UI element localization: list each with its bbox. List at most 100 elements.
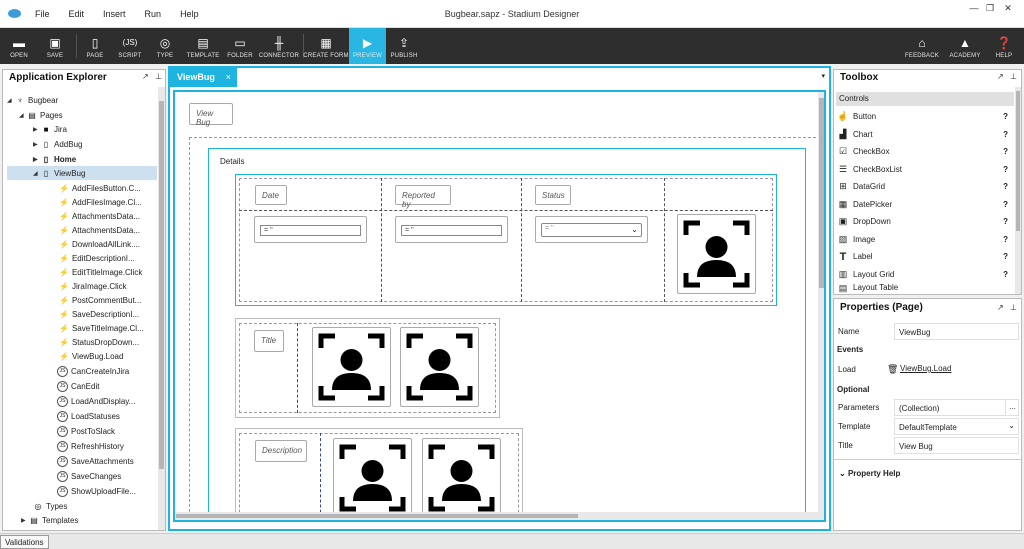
property-help-toggle[interactable]: ⌄ Property Help [839,469,900,478]
controls-section[interactable]: Controls [836,92,1014,106]
validations-tab[interactable]: Validations [0,535,49,549]
status-dropdown[interactable]: = '' ⌄ [541,223,642,237]
tree-script[interactable]: JS CanCreateInJira [57,364,129,378]
pin-icon[interactable]: ⊥ [1010,72,1017,81]
tree-script[interactable]: JS RefreshHistory [57,439,124,453]
float-icon[interactable]: ↗ [997,303,1004,312]
page-title-label[interactable]: View Bug [189,103,233,127]
tree-event[interactable]: ⚡ EditDescriptionI... [59,251,135,265]
canvas-horizontal-scrollbar[interactable] [175,512,818,520]
tree-script[interactable]: JS CanEdit [57,379,99,393]
tree-event[interactable]: ⚡ EditTitleImage.Click [59,265,142,279]
create-form-button[interactable]: ▦ CREATE FORM [303,28,348,64]
scrollbar-thumb[interactable] [1016,91,1020,231]
tree-event[interactable]: ⚡ PostCommentBut... [59,293,141,307]
academy-button[interactable]: ▲ ACADEMY [946,28,984,64]
template-select[interactable]: DefaultTemplate [894,418,1019,435]
toolbox-checkboxlist[interactable]: ☰ CheckBoxList? [836,161,1014,178]
name-input[interactable]: ViewBug [894,323,1019,340]
canvas-vertical-scrollbar[interactable] [818,92,824,520]
pin-icon[interactable]: ⊥ [1010,303,1017,312]
help-icon[interactable]: ? [1003,235,1008,244]
tree-event[interactable]: ⚡ SaveDescriptionI... [59,307,139,321]
help-icon[interactable]: ? [1003,200,1008,209]
load-event-link[interactable]: ViewBug.Load [900,364,951,373]
date-picker[interactable]: = '' [254,216,367,243]
close-tab-icon[interactable]: × [226,72,231,82]
tree-page-viewbug[interactable]: ◢ ▯ ViewBug [7,166,157,180]
tree-types[interactable]: ◎ Types [33,499,68,513]
tree-templates[interactable]: ▶ ▤ Templates [21,513,78,527]
reported-by-label[interactable]: Reported by [395,185,451,209]
page-button[interactable]: ▯ PAGE [80,28,110,64]
tree-script[interactable]: JS PostToSlack [57,424,115,438]
folder-button[interactable]: ▭ FOLDER [224,28,256,64]
toolbox-checkbox[interactable]: ☑ CheckBox? [836,143,1014,160]
explorer-scrollbar[interactable] [158,87,165,530]
help-button[interactable]: ❓ HELP [990,28,1018,64]
toolbox-label[interactable]: T Label? [836,248,1014,265]
tree-pages[interactable]: ◢ ▤ Pages [19,108,63,122]
toolbox-scrollbar[interactable] [1015,87,1021,294]
save-title-image[interactable] [400,327,479,407]
script-button[interactable]: (JS) SCRIPT [114,28,146,64]
tree-event[interactable]: ⚡ AttachmentsData... [59,209,140,223]
help-icon[interactable]: ? [1003,147,1008,156]
tree-event[interactable]: ⚡ DownloadAllLink.... [59,237,140,251]
scrollbar-thumb[interactable] [176,514,578,518]
description-label[interactable]: Description [255,440,307,462]
tree-script[interactable]: JS LoadStatuses [57,409,120,423]
toolbox-datagrid[interactable]: ⊞ DataGrid? [836,178,1014,195]
edit-description-image[interactable] [333,438,412,518]
parameters-input[interactable]: (Collection) [894,399,1019,416]
tree-event[interactable]: ⚡ StatusDropDown... [59,335,139,349]
date-label[interactable]: Date [255,185,287,205]
template-button[interactable]: ▤ TEMPLATE [184,28,222,64]
toolbox-layout-grid[interactable]: ▥ Layout Grid? [836,266,1014,283]
tab-viewbug[interactable]: ViewBug × [170,68,237,87]
scrollbar-thumb[interactable] [819,98,824,288]
title-input[interactable]: View Bug [894,437,1019,454]
preview-button[interactable]: ▶ PREVIEW [349,28,386,64]
help-icon[interactable]: ? [1003,252,1008,261]
help-icon[interactable]: ? [1003,217,1008,226]
toolbox-chart[interactable]: ▟ Chart? [836,126,1014,143]
help-icon[interactable]: ? [1003,270,1008,279]
tab-menu-icon[interactable]: ▾ [821,72,825,80]
help-icon[interactable]: ? [1003,112,1008,121]
toolbox-button[interactable]: ☝ Button? [836,108,1014,125]
save-button[interactable]: ▣ SAVE [40,28,70,64]
tree-root[interactable]: ◢ ♆ Bugbear [7,93,58,107]
jira-image[interactable] [677,214,756,294]
date-input[interactable]: = '' [260,225,361,236]
status-dropdown-box[interactable]: = '' ⌄ [535,216,648,243]
close-window-icon[interactable]: ✕ [998,3,1018,14]
tree-event[interactable]: ⚡ AttachmentsData... [59,223,140,237]
connector-button[interactable]: ╫ CONNECTOR [258,28,300,64]
tree-event[interactable]: ⚡ SaveTitleImage.Cl... [59,321,144,335]
ellipsis-button[interactable]: ... [1005,399,1019,416]
scrollbar-thumb[interactable] [159,101,164,469]
status-label[interactable]: Status [535,185,571,205]
help-icon[interactable]: ? [1003,165,1008,174]
tree-script[interactable]: JS ShowUploadFile... [57,484,136,498]
edit-title-image[interactable] [312,327,391,407]
tree-script[interactable]: JS LoadAndDisplay... [57,394,135,408]
reported-by-input[interactable]: = '' [401,225,502,236]
tree-event[interactable]: ⚡ ViewBug.Load [59,349,123,363]
title-label[interactable]: Title [254,330,284,352]
float-icon[interactable]: ↗ [997,72,1004,81]
toolbox-layout-table[interactable]: ▤ Layout Table [836,283,1014,293]
reported-by-field[interactable]: = '' [395,216,508,243]
toolbox-datepicker[interactable]: ▦ DatePicker? [836,196,1014,213]
tree-event[interactable]: ⚡ AddFilesImage.Cl... [59,195,142,209]
tree-script[interactable]: JS SaveChanges [57,469,121,483]
help-icon[interactable]: ? [1003,182,1008,191]
open-button[interactable]: ▬ OPEN [4,28,34,64]
trash-icon[interactable]: 🗑 [887,364,898,375]
tree-page-jira[interactable]: ▶ ■ Jira [33,122,67,136]
save-description-image[interactable] [422,438,501,518]
toolbox-dropdown[interactable]: ▣ DropDown? [836,213,1014,230]
type-button[interactable]: ◎ TYPE [150,28,180,64]
feedback-button[interactable]: ⌂ FEEDBACK [903,28,941,64]
